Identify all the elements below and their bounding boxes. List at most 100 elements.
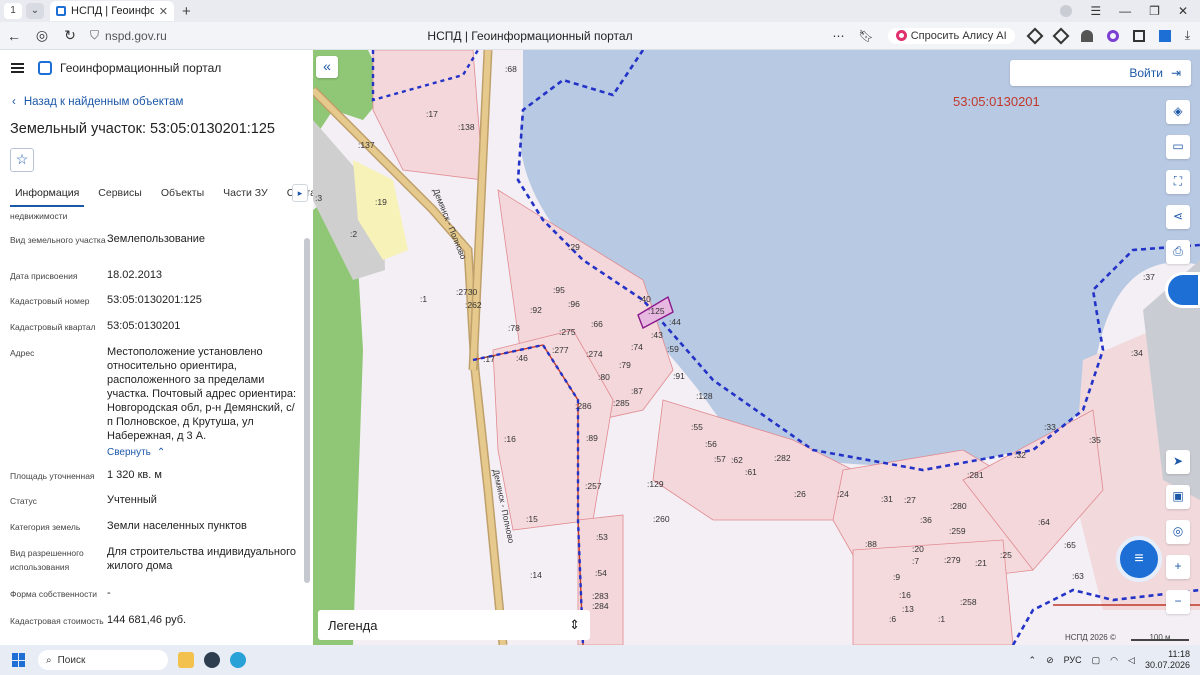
scale-bar: 100 м xyxy=(1131,633,1189,642)
parcel-label: :20 xyxy=(912,544,924,554)
legend-toggle[interactable]: Легенда ⇕ xyxy=(318,610,590,640)
parcel-label: :2 xyxy=(350,229,357,239)
maximize-icon[interactable]: ❐ xyxy=(1149,4,1160,18)
parcel-label: :29 xyxy=(568,242,580,252)
parcel-label: :89 xyxy=(586,433,598,443)
wifi-icon[interactable]: ◠ xyxy=(1110,655,1118,666)
search-location-icon[interactable]: ◎ xyxy=(1166,520,1190,544)
extensions-icon[interactable]: ◎ xyxy=(28,27,56,44)
extension-shield-icon[interactable] xyxy=(1158,29,1171,42)
info-label: недвижимости xyxy=(10,211,68,221)
extension-puzzle-icon[interactable] xyxy=(1132,29,1145,42)
parcel-label: :62 xyxy=(731,455,743,465)
favorite-star-button[interactable]: ☆ xyxy=(10,148,34,172)
collapse-link[interactable]: Свернуть ⌃ xyxy=(107,446,297,460)
parcel-label: :129 xyxy=(647,479,664,489)
geolocation-icon[interactable]: ➤ xyxy=(1166,450,1190,474)
notifications-icon[interactable]: ▢ xyxy=(1092,655,1101,666)
extension-hat-icon[interactable] xyxy=(1080,29,1093,42)
copyright: НСПД 2026 © xyxy=(1065,633,1116,642)
close-window-icon[interactable]: ✕ xyxy=(1178,4,1188,18)
browser-tab[interactable]: НСПД | Геоинформационный портал ✕ xyxy=(50,1,174,21)
parcel-label: :78 xyxy=(508,323,520,333)
zoom-out-icon[interactable]: − xyxy=(1166,590,1190,614)
search-icon: ⌕ xyxy=(46,654,52,666)
login-button[interactable]: Войти ⇥ xyxy=(1010,60,1191,86)
info-row: Форма собственности - xyxy=(10,586,300,601)
minimap-icon[interactable]: ▣ xyxy=(1166,485,1190,509)
select-area-icon[interactable]: ⛶ xyxy=(1166,170,1190,194)
network-icon[interactable]: ⊘ xyxy=(1046,655,1054,666)
parcel-label: :74 xyxy=(631,342,643,352)
new-tab-icon[interactable]: + xyxy=(182,3,191,20)
info-value: 18.02.2013 xyxy=(107,269,163,281)
ruler-icon[interactable]: ▭ xyxy=(1166,135,1190,159)
edge-browser-icon[interactable] xyxy=(230,652,246,668)
windows-start-icon[interactable] xyxy=(12,653,26,667)
reload-icon[interactable]: ↻ xyxy=(56,27,84,44)
alisa-icon xyxy=(895,30,907,41)
tab-information[interactable]: Информация xyxy=(10,184,85,207)
clock[interactable]: 11:18 30.07.2026 xyxy=(1145,649,1190,671)
extension-x2-icon[interactable] xyxy=(1052,27,1070,44)
tab-count[interactable]: 1 xyxy=(4,3,22,19)
address-bar: ← ◎ ↻ ⛉ nspd.gov.ru НСПД | Геоинформацио… xyxy=(0,22,1200,50)
tray-chevron-up-icon[interactable]: ⌃ xyxy=(1029,655,1037,666)
page-title: НСПД | Геоинформационный портал xyxy=(427,28,633,43)
collapse-panel-icon[interactable]: « xyxy=(316,56,338,78)
zoom-in-icon[interactable]: + xyxy=(1166,555,1190,579)
yandex-browser-icon[interactable] xyxy=(204,652,220,668)
parcel-label: :88 xyxy=(865,539,877,549)
tabs-next-arrow-icon[interactable]: ▸ xyxy=(292,184,308,202)
extension-circle-icon[interactable] xyxy=(1106,29,1119,42)
back-to-results-link[interactable]: ‹ Назад к найденным объектам xyxy=(12,96,183,108)
minimize-icon[interactable]: — xyxy=(1119,4,1131,18)
panel-scrollbar[interactable] xyxy=(304,238,310,583)
info-row: недвижимости xyxy=(10,210,300,223)
parcel-label: :283 xyxy=(592,591,609,601)
parcel-label: :286 xyxy=(575,401,592,411)
parcel-label: :31 xyxy=(881,494,893,504)
map-canvas[interactable]: Демянск - Полново Демянск - Полново :68:… xyxy=(313,50,1200,645)
more-icon[interactable]: ⋯ xyxy=(832,29,844,43)
info-value: Местоположение установлено относительно … xyxy=(107,346,297,442)
profile-avatar[interactable] xyxy=(1060,5,1073,17)
taskbar-search[interactable]: ⌕ Поиск xyxy=(38,650,168,670)
url-field[interactable]: ⛉ nspd.gov.ru xyxy=(90,28,380,43)
app-title: Геоинформационный портал xyxy=(60,61,222,75)
share-icon[interactable]: ⋖ xyxy=(1166,205,1190,229)
volume-icon[interactable]: ◁ xyxy=(1128,655,1135,666)
bookmark-icon[interactable]: 🔖︎ xyxy=(858,29,873,43)
chat-icon[interactable]: ≡ xyxy=(1116,536,1162,582)
layers-icon[interactable]: ◈ xyxy=(1166,100,1190,124)
hamburger-menu-icon[interactable] xyxy=(11,63,24,73)
info-row: Кадастровая стоимость 144 681,46 руб. xyxy=(10,613,300,628)
parcel-label: :55 xyxy=(691,422,703,432)
print-icon[interactable]: ⎙ xyxy=(1166,240,1190,264)
file-explorer-icon[interactable] xyxy=(178,652,194,668)
map-svg[interactable]: Демянск - Полново Демянск - Полново :68:… xyxy=(313,50,1200,645)
tab-objects[interactable]: Объекты xyxy=(156,184,209,205)
language-indicator[interactable]: РУС xyxy=(1064,655,1082,665)
tab-parts[interactable]: Части ЗУ xyxy=(218,184,273,205)
parcel-label: :53 xyxy=(596,532,608,542)
layer-manager-icon[interactable] xyxy=(1165,272,1200,308)
parcel-label: :21 xyxy=(975,558,987,568)
parcel-label: :282 xyxy=(774,453,791,463)
extension-x-icon[interactable] xyxy=(1026,27,1044,44)
parcel-label: :80 xyxy=(598,372,610,382)
menu-icon[interactable]: ☰ xyxy=(1090,4,1101,18)
parcel-label: :280 xyxy=(950,501,967,511)
tab-list-chevron-icon[interactable]: ⌄ xyxy=(26,3,44,19)
info-row: Статус Учтенный xyxy=(10,493,300,508)
download-icon[interactable]: ⤓ xyxy=(1185,28,1190,43)
tab-services[interactable]: Сервисы xyxy=(93,184,147,205)
parcel-label: :16 xyxy=(504,434,516,444)
parcel-label: :15 xyxy=(526,514,538,524)
search-label: Поиск xyxy=(57,654,86,666)
back-arrow-icon[interactable]: ← xyxy=(0,28,28,44)
close-tab-icon[interactable]: ✕ xyxy=(159,5,168,18)
alisa-button[interactable]: Спросить Алису AI xyxy=(887,27,1015,44)
parcel-label: :63 xyxy=(1072,571,1084,581)
parcel-label: :1 xyxy=(420,294,427,304)
